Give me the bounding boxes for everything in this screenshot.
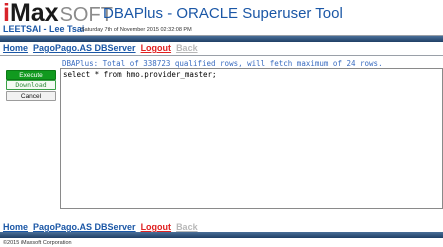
home-link[interactable]: Home — [3, 42, 28, 54]
download-button[interactable]: Download — [6, 80, 56, 90]
imaxsoft-logo: i Max SOFT — [3, 0, 113, 27]
dbserver-link[interactable]: PagoPago.AS DBServer — [33, 42, 136, 54]
back-link[interactable]: Back — [176, 42, 198, 54]
user-name: LEETSAI - Lee Tsai — [3, 24, 85, 34]
copyright-text: ©2015 iMaxsoft Corporation — [3, 240, 72, 246]
logout-link[interactable]: Logout — [141, 42, 172, 54]
nav-separator — [0, 55, 443, 56]
sql-query-text: select * from hmo.provider_master; — [63, 70, 217, 79]
top-nav: Home PagoPago.AS DBServer Logout Back — [3, 42, 198, 54]
logo-i: i — [3, 0, 10, 27]
cancel-button[interactable]: Cancel — [6, 91, 56, 101]
app-title: DBAPlus - ORACLE Superuser Tool — [103, 5, 343, 22]
user-info-line: LEETSAI - Lee Tsai Saturday 7th of Novem… — [0, 24, 443, 36]
session-date: Saturday 7th of November 2015 02:32:08 P… — [81, 27, 192, 33]
app-header: i Max SOFT DBAPlus - ORACLE Superuser To… — [0, 0, 443, 27]
logo-max: Max — [9, 0, 59, 27]
sql-editor[interactable]: select * from hmo.provider_master; — [60, 68, 443, 209]
execute-button[interactable]: Execute — [6, 70, 56, 80]
bottom-divider-bar — [0, 232, 443, 238]
status-message: DBAPlus: Total of 338723 qualified rows,… — [62, 59, 383, 68]
